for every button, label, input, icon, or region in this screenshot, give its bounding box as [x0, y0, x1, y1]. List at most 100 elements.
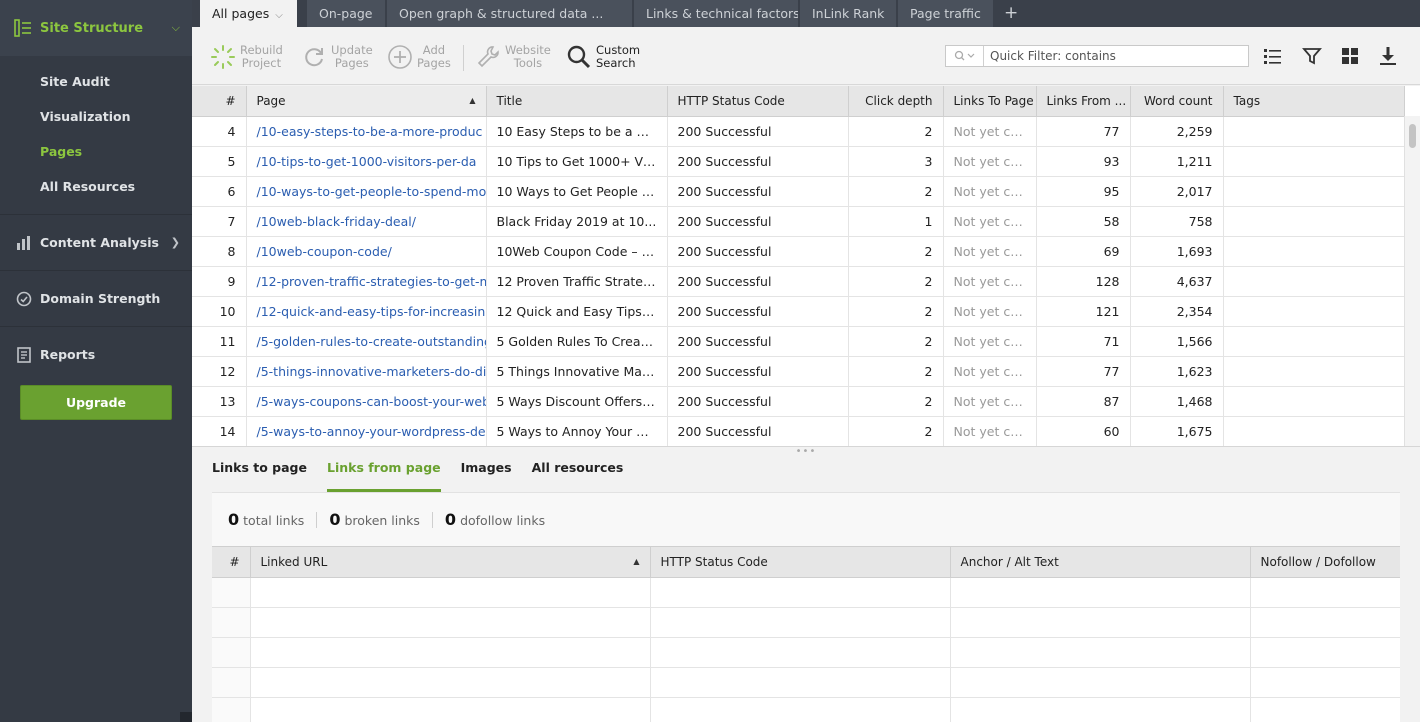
- tags-cell: [1223, 176, 1405, 207]
- links-to-page-cell: Not yet ch...: [943, 206, 1037, 237]
- resize-grip[interactable]: [180, 712, 192, 722]
- tab-links-technical[interactable]: Links & technical factors: [634, 0, 799, 27]
- column-header-title[interactable]: Title: [486, 86, 668, 117]
- page-url-link[interactable]: /5-ways-to-annoy-your-wordpress-de: [246, 416, 487, 446]
- stat-divider: [316, 511, 318, 528]
- vertical-scrollbar[interactable]: [1404, 116, 1420, 446]
- empty-row: [212, 637, 1400, 668]
- chevron-down-icon[interactable]: ⌵: [275, 10, 283, 21]
- page-url-link[interactable]: /10web-coupon-code/: [246, 236, 487, 267]
- list-view-icon[interactable]: [1262, 45, 1284, 67]
- page-url-link[interactable]: /10web-black-friday-deal/: [246, 206, 487, 237]
- page-url-link[interactable]: /12-proven-traffic-strategies-to-get-m: [246, 266, 487, 297]
- sidebar-item-reports[interactable]: Reports: [0, 326, 192, 382]
- word-count-cell: 2,017: [1130, 176, 1224, 207]
- tags-cell: [1223, 416, 1405, 446]
- tab-open-graph[interactable]: Open graph & structured data ...: [387, 0, 633, 27]
- tab-on-page[interactable]: On-page: [307, 0, 386, 27]
- table-row[interactable]: 10/12-quick-and-easy-tips-for-increasin 1…: [192, 296, 1405, 327]
- empty-cell: [1250, 667, 1400, 698]
- add-pages-button[interactable]: Add Pages: [387, 41, 451, 73]
- grid-view-icon[interactable]: [1339, 45, 1361, 67]
- column-header-nofollow-dofollow[interactable]: Nofollow / Dofollow: [1250, 547, 1400, 578]
- click-depth-cell: 1: [848, 206, 944, 237]
- stat-label: dofollow links: [460, 513, 546, 528]
- table-row[interactable]: 13/5-ways-coupons-can-boost-your-web 5 Wa…: [192, 386, 1405, 417]
- filter-icon[interactable]: [1301, 45, 1323, 67]
- row-index: 7: [192, 206, 247, 237]
- sidebar-item-content-analysis[interactable]: Content Analysis ❯: [0, 214, 192, 270]
- column-header-index[interactable]: #: [192, 86, 247, 117]
- column-header-links-from[interactable]: Links From ...: [1036, 86, 1131, 117]
- page-url-link[interactable]: /10-tips-to-get-1000-visitors-per-da: [246, 146, 487, 177]
- table-row[interactable]: 7/10web-black-friday-deal/Black Friday 2…: [192, 206, 1405, 237]
- tab-page-traffic[interactable]: Page traffic: [898, 0, 994, 27]
- row-index: 4: [192, 116, 247, 147]
- add-tab-icon[interactable]: +: [1004, 0, 1018, 27]
- sidebar-header-site-structure[interactable]: Site Structure ⌵: [0, 0, 192, 56]
- table-row[interactable]: 5/10-tips-to-get-1000-visitors-per-da 10 …: [192, 146, 1405, 177]
- rebuild-project-button[interactable]: Rebuild Project: [210, 41, 283, 73]
- tab-all-pages[interactable]: All pages ⌵: [200, 0, 298, 27]
- scrollbar-thumb[interactable]: [1409, 124, 1416, 148]
- tab-images[interactable]: Images: [461, 456, 512, 492]
- upgrade-button[interactable]: Upgrade: [20, 385, 172, 420]
- sidebar-item-pages[interactable]: Pages: [0, 134, 192, 169]
- table-row[interactable]: 9/12-proven-traffic-strategies-to-get-m 1…: [192, 266, 1405, 297]
- tab-all-resources[interactable]: All resources: [532, 456, 624, 492]
- table-row[interactable]: 11/5-golden-rules-to-create-outstanding 5…: [192, 326, 1405, 357]
- update-pages-button[interactable]: Update Pages: [301, 41, 373, 73]
- page-url-link[interactable]: /5-golden-rules-to-create-outstanding: [246, 326, 487, 357]
- quick-filter-input[interactable]: [984, 46, 1248, 66]
- column-header-links-to-page[interactable]: Links To Page: [943, 86, 1037, 117]
- column-header-click-depth[interactable]: Click depth: [848, 86, 944, 117]
- column-header-index[interactable]: #: [212, 547, 251, 578]
- download-icon[interactable]: [1377, 45, 1399, 67]
- sidebar: Site Structure ⌵ Site Audit Visualizatio…: [0, 0, 192, 722]
- http-status-cell: 200 Successful: [667, 416, 849, 446]
- custom-search-label-2: Search: [596, 56, 636, 70]
- empty-cell: [250, 607, 651, 638]
- table-row[interactable]: 6/10-ways-to-get-people-to-spend-mo 10 Wa…: [192, 176, 1405, 207]
- tags-cell: [1223, 326, 1405, 357]
- sidebar-item-site-audit[interactable]: Site Audit: [0, 64, 192, 99]
- empty-cell: [212, 577, 251, 608]
- page-url-link[interactable]: /10-ways-to-get-people-to-spend-mo: [246, 176, 487, 207]
- empty-cell: [1250, 637, 1400, 668]
- column-header-word-count[interactable]: Word count: [1130, 86, 1224, 117]
- custom-search-button[interactable]: Custom Search: [566, 41, 640, 73]
- page-url-link[interactable]: /5-ways-coupons-can-boost-your-web: [246, 386, 487, 417]
- sidebar-item-all-resources[interactable]: All Resources: [0, 169, 192, 204]
- column-header-http-status[interactable]: HTTP Status Code: [650, 547, 951, 578]
- search-icon: [954, 50, 974, 61]
- sidebar-item-visualization[interactable]: Visualization: [0, 99, 192, 134]
- page-url-link[interactable]: /12-quick-and-easy-tips-for-increasin: [246, 296, 487, 327]
- tab-links-to-page[interactable]: Links to page: [212, 456, 307, 492]
- empty-cell: [950, 577, 1251, 608]
- column-header-tags[interactable]: Tags: [1223, 86, 1405, 117]
- links-from-cell: 77: [1036, 116, 1131, 147]
- column-header-anchor-text[interactable]: Anchor / Alt Text: [950, 547, 1251, 578]
- page-url-link[interactable]: /10-easy-steps-to-be-a-more-produc: [246, 116, 487, 147]
- empty-cell: [650, 577, 951, 608]
- links-from-cell: 87: [1036, 386, 1131, 417]
- empty-cell: [212, 607, 251, 638]
- table-row[interactable]: 12/5-things-innovative-marketers-do-dif 5…: [192, 356, 1405, 387]
- column-header-http-status[interactable]: HTTP Status Code: [667, 86, 849, 117]
- pane-splitter[interactable]: •••: [192, 446, 1420, 457]
- table-row[interactable]: 8/10web-coupon-code/10Web Coupon Code – …: [192, 236, 1405, 267]
- table-row[interactable]: 4/10-easy-steps-to-be-a-more-produc 10 Ea…: [192, 116, 1405, 147]
- tab-links-from-page[interactable]: Links from page: [326, 456, 441, 492]
- page-url-link[interactable]: /5-things-innovative-marketers-do-dif: [246, 356, 487, 387]
- filter-search-dropdown[interactable]: [946, 46, 984, 66]
- sidebar-item-domain-strength[interactable]: Domain Strength: [0, 270, 192, 326]
- click-depth-cell: 2: [848, 116, 944, 147]
- row-index: 8: [192, 236, 247, 267]
- column-header-page[interactable]: Page ▲: [246, 86, 487, 117]
- table-row[interactable]: 14/5-ways-to-annoy-your-wordpress-de 5 Wa…: [192, 416, 1405, 446]
- tab-inlink-rank[interactable]: InLink Rank: [800, 0, 897, 27]
- empty-cell: [950, 667, 1251, 698]
- website-tools-button[interactable]: Website Tools: [475, 41, 551, 73]
- column-header-linked-url[interactable]: Linked URL ▲: [250, 547, 651, 578]
- sort-ascending-icon: ▲: [469, 95, 476, 105]
